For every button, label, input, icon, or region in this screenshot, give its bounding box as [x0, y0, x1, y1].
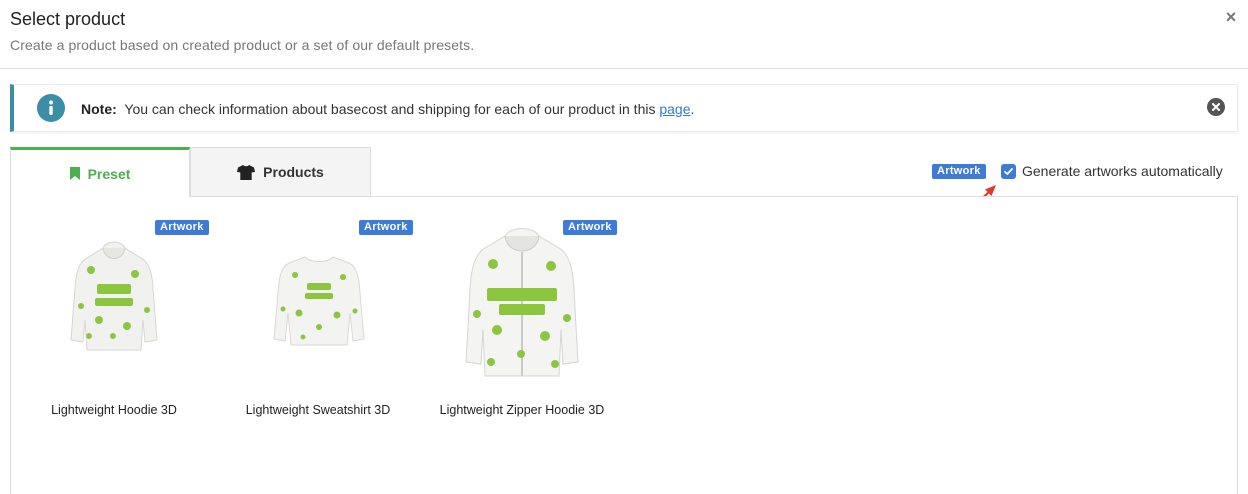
product-card[interactable]: Artwork Lightweight Sweatshirt 3D	[223, 215, 413, 445]
artwork-badge: Artwork	[932, 164, 986, 179]
checkmark-icon	[1004, 168, 1013, 175]
bookmark-icon	[69, 167, 80, 180]
sweatshirt-image	[273, 256, 365, 346]
note-text: Note: You can check information about ba…	[81, 101, 694, 117]
tab-preset-label: Preset	[87, 165, 131, 182]
product-name: Lightweight Sweatshirt 3D	[245, 403, 391, 417]
note-suffix: .	[690, 101, 695, 117]
tab-products-label: Products	[263, 164, 324, 180]
generate-artworks-checkbox[interactable]	[1001, 164, 1016, 179]
product-name: Lightweight Zipper Hoodie 3D	[439, 403, 605, 417]
modal-title: Select product	[10, 9, 126, 29]
note-close-icon[interactable]	[1207, 98, 1225, 116]
zipper-hoodie-image	[465, 228, 579, 377]
product-card[interactable]: Artwork Lightweight Zipper Hoodie 3D	[427, 215, 617, 445]
artwork-badge: Artwork	[155, 220, 209, 235]
modal-subtitle: Create a product based on created produc…	[10, 37, 475, 53]
note-label: Note:	[81, 101, 117, 117]
tab-preset[interactable]: Preset	[10, 147, 190, 197]
note-page-link[interactable]: page	[659, 101, 690, 117]
hoodie-image	[70, 241, 158, 351]
artwork-badge: Artwork	[359, 220, 413, 235]
tab-products[interactable]: Products	[190, 147, 371, 197]
product-name: Lightweight Hoodie 3D	[51, 403, 177, 417]
info-icon	[37, 94, 65, 122]
close-icon[interactable]: ×	[1222, 8, 1240, 26]
generate-artworks-label: Generate artworks automatically	[1022, 163, 1223, 179]
note-message: You can check information about basecost…	[124, 101, 656, 117]
modal-header: Select product Create a product based on…	[0, 0, 1248, 69]
note-banner: Note: You can check information about ba…	[10, 84, 1238, 132]
tshirt-icon	[237, 164, 256, 180]
product-card[interactable]: Artwork Lightweight Hoodie 3D	[19, 215, 209, 445]
